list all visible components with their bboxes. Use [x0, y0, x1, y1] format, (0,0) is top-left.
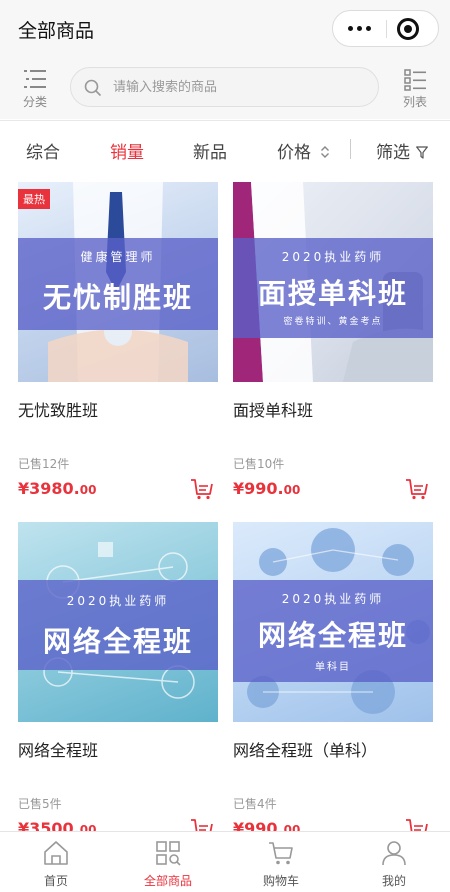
image-subtitle: 2020执业药师: [281, 250, 385, 264]
sort-filter-label: 筛选: [376, 143, 410, 163]
product-image[interactable]: 2020执业药师 网络全程班 单科目: [233, 522, 433, 722]
price-main: ¥990.: [233, 479, 284, 498]
title-bar: 全部商品: [0, 0, 450, 57]
image-banner: 2020执业药师 网络全程班 单科目: [233, 580, 433, 682]
image-title: 面授单科班: [257, 277, 408, 310]
sort-price-label: 价格: [277, 143, 311, 163]
close-icon[interactable]: [397, 18, 419, 40]
product-image[interactable]: 健康管理师 无忧制胜班 最热: [18, 182, 218, 382]
filter-funnel-icon: [416, 146, 429, 159]
tab-all-products[interactable]: 全部商品: [112, 832, 224, 892]
tab-cart-label: 购物车: [262, 874, 299, 888]
image-tagline: 密卷特训、黄金考点: [283, 317, 383, 327]
add-to-cart-icon[interactable]: [405, 478, 429, 500]
image-title: 无忧制胜班: [42, 281, 193, 314]
category-label: 分类: [22, 95, 47, 109]
image-subtitle: 2020执业药师: [66, 594, 170, 608]
tab-home[interactable]: 首页: [0, 832, 112, 892]
price-decimal: 00: [283, 483, 301, 497]
image-tagline: 单科目: [315, 662, 351, 673]
product-price: ¥3980.00: [18, 479, 96, 498]
product-name[interactable]: 网络全程班: [18, 737, 218, 761]
sort-divider: [350, 139, 351, 159]
list-view-button[interactable]: 列表: [395, 67, 435, 109]
image-subtitle: 健康管理师: [80, 250, 156, 264]
product-price: ¥990.00: [233, 479, 300, 498]
home-icon: [44, 841, 68, 865]
tab-home-label: 首页: [43, 874, 68, 888]
sort-sales-tab[interactable]: 销量: [110, 138, 144, 163]
sort-comprehensive-tab[interactable]: 综合: [26, 138, 60, 163]
product-name[interactable]: 面授单科班: [233, 397, 433, 421]
product-image[interactable]: 2020执业药师 网络全程班: [18, 522, 218, 722]
search-icon: [84, 79, 102, 97]
page-title: 全部商品: [18, 20, 95, 42]
image-banner: 健康管理师 无忧制胜班: [18, 238, 218, 330]
cart-icon: [269, 842, 293, 865]
list-view-icon: [404, 69, 426, 91]
image-banner: 2020执业药师 网络全程班: [18, 580, 218, 670]
category-list-icon: [24, 70, 46, 88]
sold-count: 已售4件: [233, 797, 277, 811]
grid-search-icon: [156, 841, 181, 866]
tab-profile[interactable]: 我的: [338, 832, 450, 892]
user-icon: [382, 841, 406, 866]
add-to-cart-icon[interactable]: [190, 478, 214, 500]
category-button[interactable]: 分类: [15, 67, 55, 109]
sold-count: 已售10件: [233, 457, 285, 471]
image-title: 网络全程班: [257, 619, 408, 652]
product-name[interactable]: 无忧致胜班: [18, 397, 218, 421]
image-banner: 2020执业药师 面授单科班 密卷特训、黄金考点: [233, 238, 433, 338]
sort-filter-tab[interactable]: 筛选: [376, 138, 429, 163]
sold-count: 已售12件: [18, 457, 70, 471]
hot-badge: 最热: [18, 189, 50, 209]
sort-price-tab[interactable]: 价格: [277, 138, 330, 163]
sort-arrows-icon: [321, 146, 330, 158]
sold-count: 已售5件: [18, 797, 62, 811]
mini-program-capsule: [332, 10, 439, 47]
search-box[interactable]: [70, 67, 379, 107]
list-view-label: 列表: [402, 95, 427, 109]
tab-cart[interactable]: 购物车: [225, 832, 337, 892]
search-bar: 分类 列表: [0, 57, 450, 119]
product-image[interactable]: 2020执业药师 面授单科班 密卷特训、黄金考点: [233, 182, 433, 382]
image-title: 网络全程班: [42, 625, 193, 658]
product-name[interactable]: 网络全程班（单科）: [233, 737, 433, 761]
price-decimal: 00: [79, 483, 97, 497]
capsule-divider: [386, 20, 387, 38]
bottom-tab-bar: 首页 全部商品 购物车 我的: [0, 831, 450, 892]
more-icon[interactable]: [333, 11, 386, 46]
sort-bar: 综合 销量 新品 价格 筛选: [0, 120, 450, 176]
price-main: ¥3980.: [18, 479, 80, 498]
search-input[interactable]: [113, 76, 363, 98]
tab-all-products-label: 全部商品: [143, 874, 192, 888]
image-subtitle: 2020执业药师: [281, 592, 385, 606]
tab-profile-label: 我的: [381, 874, 406, 888]
sort-new-tab[interactable]: 新品: [193, 138, 227, 163]
